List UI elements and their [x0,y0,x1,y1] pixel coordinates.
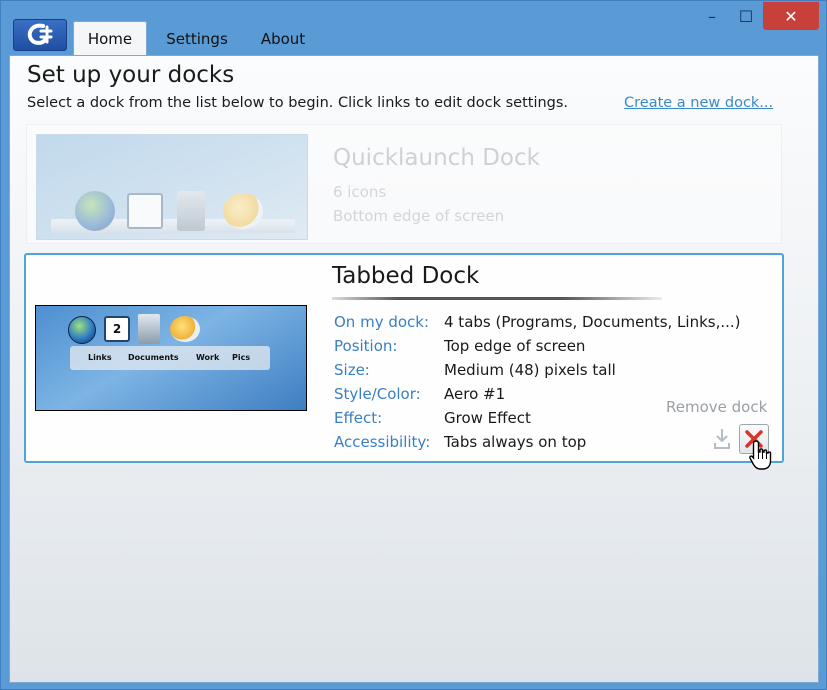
app-window: Home Settings About – ☐ ✕ Set up your do… [0,0,827,690]
close-button[interactable]: ✕ [763,2,819,30]
page-subtitle: Select a dock from the list below to beg… [27,95,569,111]
tab-settings[interactable]: Settings [157,23,237,55]
title-divider [332,297,662,300]
prop-value-position: Top edge of screen [444,337,586,355]
weather-icon [170,316,200,342]
page-title: Set up your docks [27,62,235,88]
windows-orb-icon [75,191,115,231]
dock-card-tabbed[interactable]: Tabbed Dock 2 Links Documents Work Pics … [24,253,784,470]
windows-orb-icon [68,316,96,344]
thumb-tab-documents: Documents [128,353,179,362]
minimize-button[interactable]: – [697,2,727,30]
prop-value-on-my-dock: 4 tabs (Programs, Documents, Links,...) [444,313,741,331]
prop-label-position[interactable]: Position: [334,337,397,355]
prop-value-style-color: Aero #1 [444,385,506,403]
dock-name: Tabbed Dock [332,263,480,289]
maximize-icon: ☐ [738,6,754,26]
calendar-icon [127,193,163,229]
folder-icon [177,191,205,231]
prop-value-effect: Grow Effect [444,409,531,427]
prop-label-style-color[interactable]: Style/Color: [334,385,421,403]
remove-dock-label: Remove dock [666,398,768,416]
tab-about-label: About [260,30,306,48]
prop-value-size: Medium (48) pixels tall [444,361,616,379]
minimize-icon: – [708,6,716,26]
title-bar: Home Settings About – ☐ ✕ [1,1,826,55]
tab-home-label: Home [87,29,133,48]
close-icon: ✕ [784,6,798,26]
thumb-tab-pics: Pics [232,353,251,362]
export-icon[interactable] [712,427,732,451]
prop-label-accessibility[interactable]: Accessibility: [334,433,430,451]
prop-label-effect[interactable]: Effect: [334,409,382,427]
dock-thumbnail [36,134,308,240]
dock-card-quicklaunch[interactable]: Quicklaunch Dock 6 icons Bottom edge of … [26,124,782,244]
hand-cursor-icon [748,439,774,471]
dock-icon-count: 6 icons [333,183,387,201]
prop-label-size[interactable]: Size: [334,361,370,379]
home-panel: Set up your docks Select a dock from the… [9,55,819,683]
weather-icon [223,193,263,229]
dock-thumbnail: 2 Links Documents Work Pics [35,305,307,411]
dock-name: Quicklaunch Dock [333,145,540,171]
prop-label-on-my-dock[interactable]: On my dock: [334,313,429,331]
thumb-tab-links: Links [88,353,112,362]
dock-position: Bottom edge of screen [333,207,505,225]
app-logo-icon[interactable] [13,19,67,51]
calendar-icon: 2 [104,316,130,342]
thumb-tab-work: Work [196,353,220,362]
maximize-button[interactable]: ☐ [731,2,761,30]
tab-home[interactable]: Home [73,21,147,55]
folder-icon [138,314,160,344]
prop-value-accessibility: Tabs always on top [444,433,587,451]
tab-settings-label: Settings [166,30,228,48]
create-dock-link[interactable]: Create a new dock... [624,95,773,111]
calendar-day: 2 [112,322,122,336]
tab-about[interactable]: About [249,23,317,55]
